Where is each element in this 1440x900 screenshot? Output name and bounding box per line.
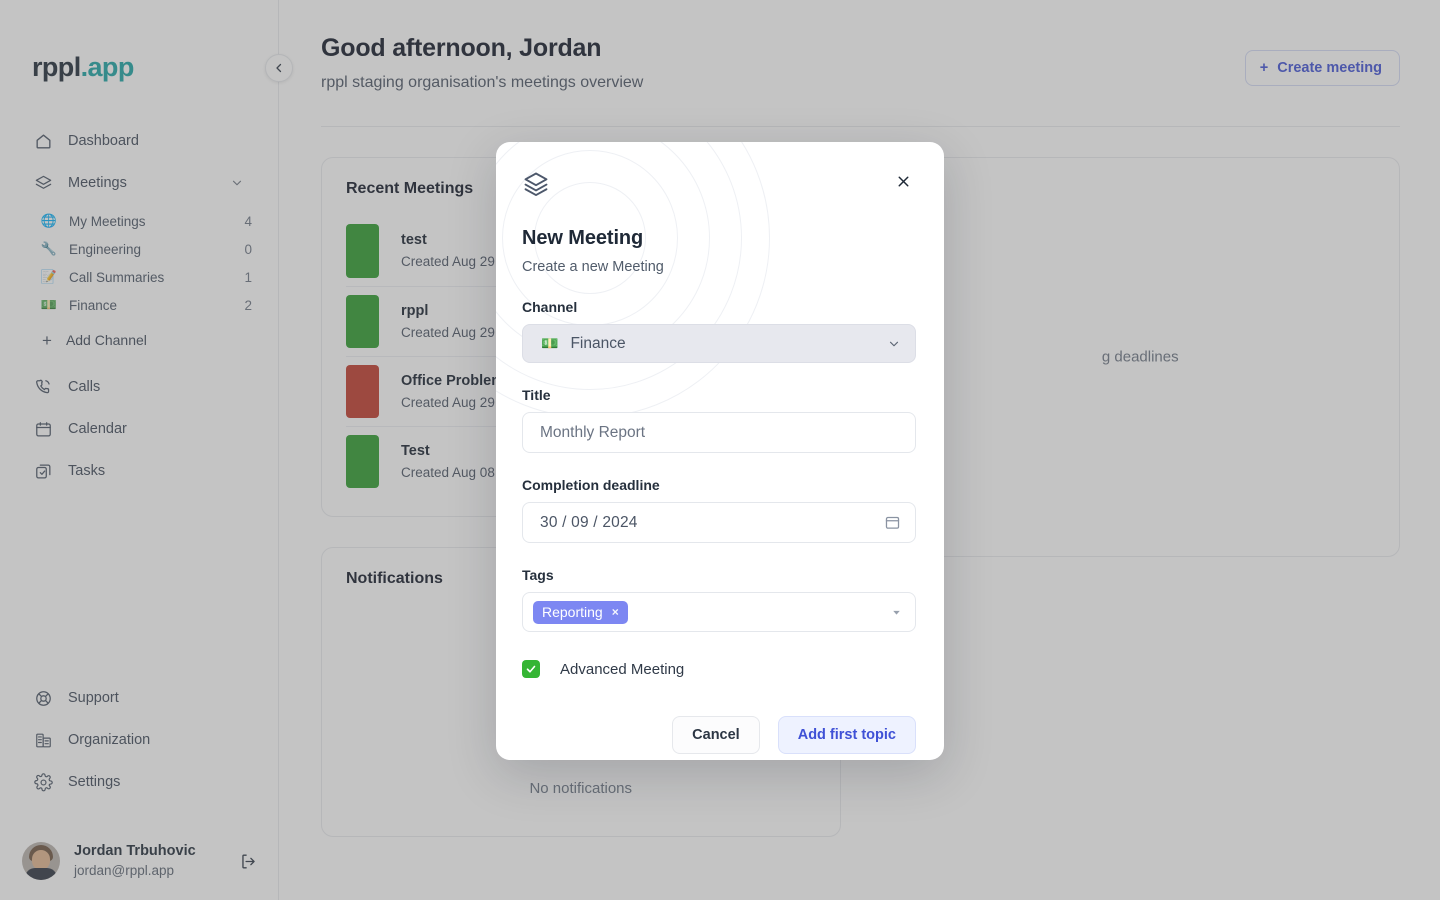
deadline-label: Completion deadline [522, 477, 916, 493]
advanced-meeting-label: Advanced Meeting [560, 661, 684, 678]
layers-icon [522, 170, 550, 203]
chevron-down-icon [887, 337, 901, 351]
tag-label: Reporting [542, 604, 603, 620]
app-root: rppl.app Dashboard Meetings [0, 0, 1440, 900]
new-meeting-modal: New Meeting Create a new Meeting Channel… [496, 142, 944, 760]
channel-value: Finance [570, 335, 625, 353]
advanced-meeting-row[interactable]: Advanced Meeting [522, 660, 916, 678]
modal-title: New Meeting [522, 227, 916, 250]
calendar-icon[interactable] [884, 514, 901, 531]
title-input[interactable]: Monthly Report [522, 412, 916, 453]
add-first-topic-button[interactable]: Add first topic [778, 716, 916, 754]
modal-actions: Cancel Add first topic [522, 716, 916, 754]
close-icon[interactable] [890, 168, 916, 194]
channel-label: Channel [522, 299, 916, 315]
advanced-meeting-checkbox[interactable] [522, 660, 540, 678]
title-label: Title [522, 387, 916, 403]
tag-pill[interactable]: Reporting × [533, 601, 628, 624]
deadline-input[interactable]: 30 / 09 / 2024 [522, 502, 916, 543]
cancel-button[interactable]: Cancel [672, 716, 760, 754]
tags-input[interactable]: Reporting × [522, 592, 916, 632]
channel-select[interactable]: 💵 Finance [522, 324, 916, 363]
tags-label: Tags [522, 567, 916, 583]
remove-tag-icon[interactable]: × [612, 605, 619, 619]
money-icon: 💵 [541, 336, 558, 352]
modal-subtitle: Create a new Meeting [522, 259, 916, 275]
deadline-value: 30 / 09 / 2024 [540, 514, 638, 532]
modal-header [522, 168, 916, 203]
chevron-down-icon[interactable] [890, 606, 903, 619]
title-placeholder: Monthly Report [540, 424, 645, 442]
